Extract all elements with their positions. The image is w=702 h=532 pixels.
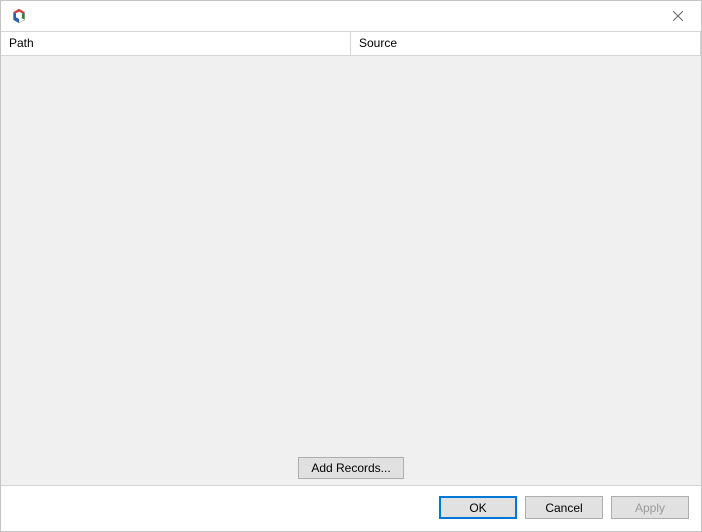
- apply-button: Apply: [611, 496, 689, 519]
- dialog-window: Path Source Add Records... OK Cancel App…: [0, 0, 702, 532]
- close-icon: [673, 11, 683, 21]
- add-records-bar: Add Records...: [1, 453, 701, 485]
- dialog-button-bar: OK Cancel Apply: [1, 485, 701, 531]
- add-records-button[interactable]: Add Records...: [298, 457, 403, 479]
- ok-button[interactable]: OK: [439, 496, 517, 519]
- table-body[interactable]: [1, 56, 701, 453]
- cancel-button[interactable]: Cancel: [525, 496, 603, 519]
- column-header-source[interactable]: Source: [351, 32, 701, 55]
- records-table: Path Source Add Records...: [1, 31, 701, 485]
- table-header: Path Source: [1, 32, 701, 56]
- app-icon: [11, 8, 27, 24]
- close-button[interactable]: [655, 1, 701, 31]
- column-header-path[interactable]: Path: [1, 32, 351, 55]
- titlebar: [1, 1, 701, 31]
